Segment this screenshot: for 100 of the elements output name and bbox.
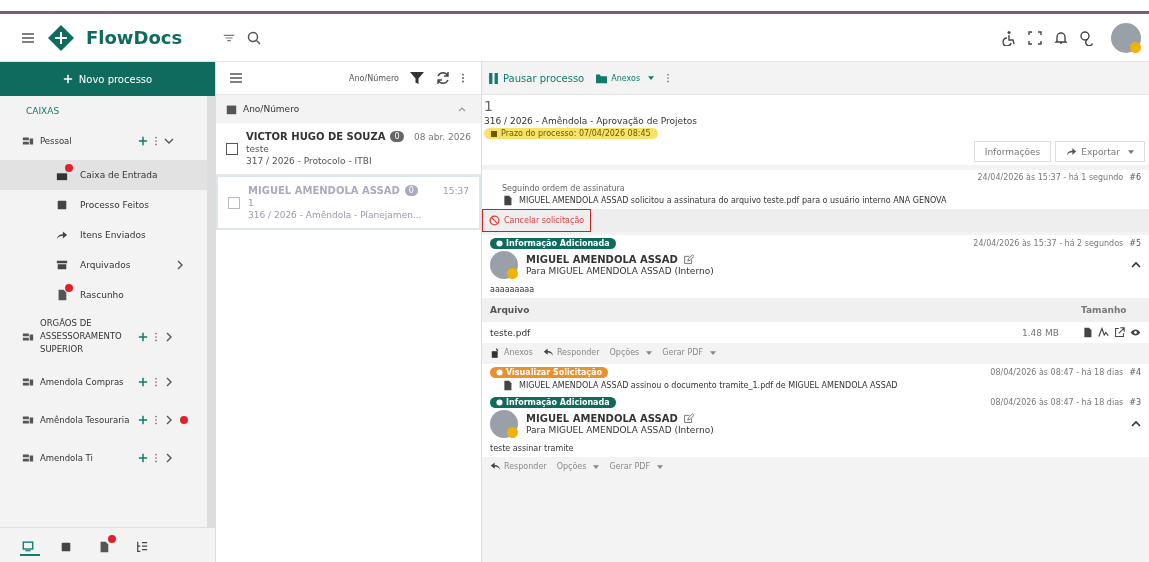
edit-icon[interactable]: [682, 413, 694, 424]
accessibility-icon[interactable]: [1001, 29, 1017, 46]
boxes-icon: [22, 135, 34, 147]
sidebar-item[interactable]: Itens Enviados: [0, 220, 207, 250]
fullscreen-icon[interactable]: [1027, 29, 1043, 46]
avatar: [490, 251, 518, 279]
more-icon[interactable]: [154, 452, 158, 464]
sidebar-group[interactable]: Amêndola Tesouraria: [0, 401, 207, 439]
filter-icon[interactable]: [409, 70, 425, 86]
chevron-right-icon[interactable]: [164, 377, 174, 387]
subject-text: teste: [246, 144, 270, 154]
sidebar-item[interactable]: Rascunho: [0, 280, 207, 310]
count-badge: 0: [390, 131, 404, 142]
action-button[interactable]: Responder: [490, 461, 547, 472]
menu-icon[interactable]: [228, 70, 244, 86]
process-title: 316 / 2026 - Amêndola - Planejamen...: [248, 210, 423, 220]
new-process-button[interactable]: Novo processo: [0, 62, 215, 96]
item-label: Caixa de Entrada: [80, 170, 158, 180]
process-number: 1: [484, 98, 493, 114]
sort-button[interactable]: Ano/Número: [349, 73, 399, 83]
document-icon[interactable]: [1082, 327, 1093, 338]
circle-icon: [496, 240, 503, 247]
sidebar-group[interactable]: Amendola Ti: [0, 439, 207, 477]
refresh-icon[interactable]: [435, 70, 451, 86]
attachment-icon: [490, 347, 501, 358]
notification-dot: [65, 164, 73, 172]
search-icon[interactable]: [246, 29, 263, 46]
chevron-right-icon[interactable]: [175, 260, 185, 270]
sidebar-group[interactable]: Amendola Compras: [0, 363, 207, 401]
plus-icon[interactable]: [138, 136, 148, 146]
pause-icon: [488, 72, 499, 84]
item-label: Itens Enviados: [80, 230, 146, 240]
eye-icon[interactable]: [1130, 327, 1141, 338]
checkbox[interactable]: [226, 142, 238, 155]
attachments-button[interactable]: Anexos: [596, 72, 655, 84]
chevron-right-icon[interactable]: [164, 415, 174, 425]
boxes-icon: [22, 414, 34, 426]
circle-icon: [496, 399, 503, 406]
file-size: 1.48 MB: [1022, 327, 1060, 338]
action-button[interactable]: Gerar PDF: [609, 461, 664, 472]
sidebar-group[interactable]: ORGÃOS DE ASSESSORAMENTO SUPERIOR: [0, 310, 207, 363]
signature-icon[interactable]: [1098, 327, 1109, 338]
action-button[interactable]: Responder: [542, 347, 600, 358]
timestamp: 08/04/2026 às 08:47 - há 18 dias: [990, 398, 1124, 407]
edit-icon[interactable]: [682, 254, 694, 265]
more-icon[interactable]: [461, 72, 465, 84]
deadline-badge: Prazo do processo: 07/04/2026 08:45: [484, 128, 658, 139]
export-button[interactable]: Exportar: [1055, 141, 1145, 162]
action-button[interactable]: Gerar PDF: [662, 347, 716, 358]
more-icon[interactable]: [154, 330, 158, 343]
chevron-up-icon[interactable]: [1131, 260, 1141, 270]
recipient-text: Para MIGUEL AMENDOLA ASSAD (Interno): [526, 266, 714, 276]
plus-icon[interactable]: [138, 453, 148, 463]
action-button[interactable]: Anexos: [490, 347, 533, 358]
sidebar-item[interactable]: Arquivados: [0, 250, 207, 280]
logo-icon: [46, 22, 76, 53]
sender-name: VICTOR HUGO DE SOUZA: [246, 131, 386, 142]
subject-text: 1: [248, 198, 255, 208]
pause-button[interactable]: Pausar processo: [488, 72, 585, 84]
plus-icon[interactable]: [138, 331, 148, 342]
action-button[interactable]: Opções: [609, 347, 653, 358]
plus-icon[interactable]: [138, 415, 148, 425]
process-card[interactable]: VICTOR HUGO DE SOUZA 0 08 abr. 2026 teste 317 / 2026 - Protocolo - ITBI: [216, 123, 481, 175]
document-icon: [502, 195, 513, 206]
action-button[interactable]: Opções: [556, 461, 600, 472]
checkbox[interactable]: [228, 196, 240, 209]
sidebar-group[interactable]: Pessoal: [0, 122, 207, 160]
chat-icon[interactable]: [1079, 29, 1095, 46]
event-number: #4: [1129, 368, 1141, 377]
event-text: MIGUEL AMENDOLA ASSAD assinou o documento tramite_1.pdf de MIGUEL AMENDOLA ASSAD: [519, 381, 898, 390]
file-name[interactable]: teste.pdf: [490, 327, 1022, 338]
caret-icon: [657, 464, 664, 469]
chevron-right-icon[interactable]: [164, 331, 174, 342]
more-icon[interactable]: [154, 414, 158, 426]
sidebar-item[interactable]: Caixa de Entrada: [0, 160, 207, 190]
item-label: Rascunho: [80, 290, 124, 300]
document-icon: [56, 289, 68, 301]
more-icon[interactable]: [154, 376, 158, 388]
avatar[interactable]: [1111, 22, 1141, 53]
cancel-request-button[interactable]: Cancelar solicitação: [482, 209, 592, 232]
external-link-icon[interactable]: [1114, 327, 1125, 338]
chevron-right-icon[interactable]: [164, 453, 174, 463]
chevron-up-icon[interactable]: [1131, 419, 1141, 429]
caret-icon: [648, 76, 655, 80]
more-icon[interactable]: [666, 72, 671, 84]
message-text: teste assinar tramite: [490, 443, 575, 454]
share-icon: [56, 229, 68, 241]
bell-icon[interactable]: [1053, 29, 1069, 46]
notification-dot: [180, 416, 188, 424]
reply-icon: [490, 461, 501, 472]
group-header: Ano/Número: [243, 104, 300, 114]
process-title: 316 / 2026 - Amêndola - Aprovação de Projetos: [484, 116, 697, 126]
event-text: MIGUEL AMENDOLA ASSAD solicitou a assinatura do arquivo teste.pdf para o usuário interno ANA GENOVA: [519, 196, 947, 205]
more-icon[interactable]: [154, 135, 158, 147]
event-number: #6: [1129, 173, 1141, 182]
plus-icon[interactable]: [138, 377, 148, 387]
sidebar-item[interactable]: Processo Feitos: [0, 190, 207, 220]
info-button[interactable]: Informações: [973, 141, 1052, 162]
item-label: Processo Feitos: [80, 200, 149, 210]
chevron-down-icon[interactable]: [164, 136, 174, 146]
